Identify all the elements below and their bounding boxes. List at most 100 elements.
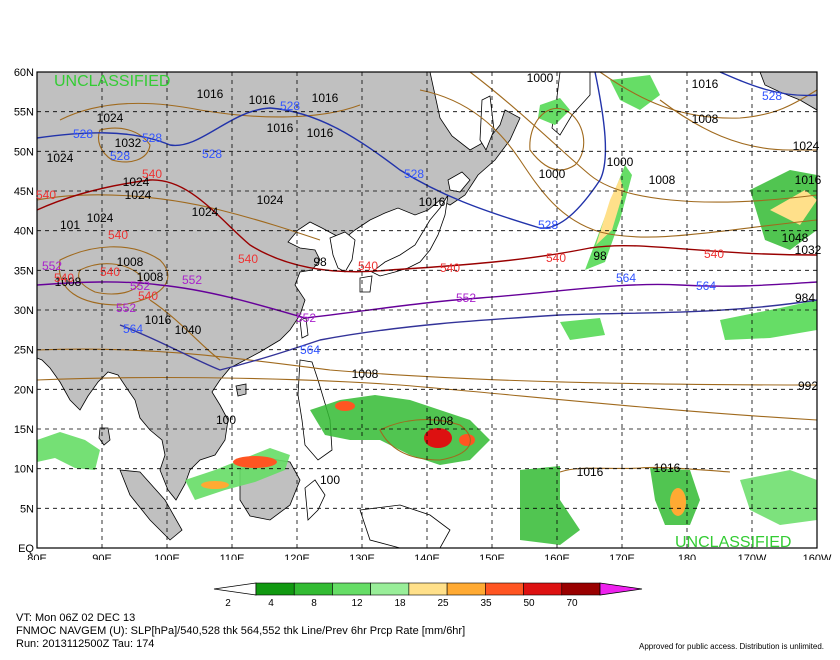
isobar-value-label: 1024 [125,188,152,202]
colorbar-swatch [255,582,295,596]
thickness-value-label: 528 [280,99,300,113]
approval-notice: Approved for public access. Distribution… [639,642,824,651]
thickness-value-label: 540 [238,252,258,266]
colorbar-swatch [408,582,448,596]
isobar-value-label: 98 [593,249,607,263]
longitude-label: 150E [479,553,505,560]
latitude-label: 40N [14,226,34,238]
thickness-value-label: 528 [110,149,130,163]
isobar-value-label: 1008 [427,414,454,428]
colorbar-swatch [446,582,486,596]
weather-map: 60N55N50N45N40N35N30N25N20N15N10N5NEQ 80… [14,67,832,560]
thickness-value-label: 552 [456,291,476,305]
colorbar-swatch [523,582,563,596]
thickness-value-label: 528 [404,167,424,181]
isobar-value-label: 1016 [795,173,822,187]
colorbar-tick-label: 18 [394,598,406,609]
precip-core-3 [459,434,475,446]
isobar-value-label: 1024 [97,111,124,125]
longitude-label: 160E [544,553,570,560]
isobar-value-label: 100 [216,413,236,427]
colorbar-tick-label: 2 [225,598,231,609]
precip-core-1 [233,456,277,468]
isobar-value-label: 1016 [249,93,276,107]
isobar-value-label: 1008 [692,112,719,126]
thickness-value-label: 540 [108,228,128,242]
isobar-value-label: 1008 [352,367,379,381]
isobar-value-label: 1024 [793,139,820,153]
longitude-label: 140E [414,553,440,560]
thickness-value-label: 528 [73,127,93,141]
precip-core-5 [670,488,686,516]
isobar-value-label: 1008 [117,255,144,269]
colorbar-swatch [293,582,333,596]
isobar-value-label: 1032 [795,243,822,257]
isobar-value-label: 1016 [419,195,446,209]
thickness-value-label: 540 [358,259,378,273]
colorbar-tick-label: 12 [351,598,363,609]
longitude-labels: 80E 90E 100E 110E 120E 130E 140E 150E 160E 170E 18… [27,553,832,560]
thickness-value-label: 528 [202,147,222,161]
latitude-labels: 60N55N50N45N40N35N30N25N20N15N10N5NEQ [14,67,35,555]
precip-core-4 [335,401,355,411]
isobar-value-label: 1016 [267,121,294,135]
thickness-value-label: 540 [100,265,120,279]
thickness-value-label: 552 [42,259,62,273]
isobar-value-label: 1024 [87,211,114,225]
valid-time-text: VT: Mon 06Z 02 DEC 13 [16,612,136,624]
longitude-label: 120E [284,553,310,560]
isobar-value-label: 1032 [115,136,142,150]
isobar-value-label: 1008 [649,173,676,187]
longitude-label: 160W [803,553,832,560]
isobar-value-label: 98 [313,255,327,269]
isobar-value-label: 1000 [539,167,566,181]
hainan [235,383,247,397]
isobar-value-label: 101 [60,218,80,232]
isobar-value-label: 984 [795,291,815,305]
thickness-value-label: 564 [696,279,716,293]
isobar-value-label: 1024 [47,151,74,165]
colorbar-swatch [485,582,524,596]
isobar-value-label: 1000 [607,155,634,169]
thickness-value-label: 540 [54,271,74,285]
isobar-value-label: 1016 [654,461,681,475]
thickness-value-label: 552 [116,301,136,315]
colorbar-swatch [561,582,601,596]
longitude-label: 100E [154,553,180,560]
latitude-label: 20N [14,384,34,396]
colorbar-tick-label: 25 [437,598,449,609]
precipitation-colorbar: 2 4 8 12 18 25 35 50 70 [213,582,643,609]
isobar-value-label: 1024 [192,205,219,219]
thickness-value-label: 528 [538,218,558,232]
latitude-label: 25N [14,345,34,357]
colorbar-high-arrow [599,582,643,596]
isobar-value-label: 1024 [257,193,284,207]
thickness-value-label: 552 [182,273,202,287]
thickness-value-label: 528 [142,131,162,145]
colorbar-low-arrow [213,582,257,596]
longitude-label: 80E [27,553,47,560]
latitude-label: 45N [14,186,34,198]
latitude-label: 10N [14,464,34,476]
longitude-label: 110E [220,553,245,560]
isobar-value-label: 1040 [175,323,202,337]
isobar-value-label: 1016 [307,126,334,140]
thickness-value-label: 540 [546,251,566,265]
longitude-label: 130E [349,553,375,560]
latitude-label: 35N [14,265,34,277]
thickness-value-label: 528 [762,89,782,103]
thickness-value-label: 540 [440,261,460,275]
latitude-label: 5N [20,503,34,515]
isobar-value-label: 1000 [527,71,554,85]
isobar-value-label: 1016 [577,465,604,479]
precip-typhoon-core [424,428,452,448]
colorbar-tick-label: 35 [480,598,492,609]
unclassified-top-label: UNCLASSIFIED [54,73,170,90]
colorbar-tick-label: 50 [523,598,535,609]
longitude-label: 170E [609,553,635,560]
model-description-text: FNMOC NAVGEM (U): SLP[hPa]/540,528 thk 5… [16,625,466,637]
latitude-label: 60N [14,67,34,79]
precip-core-2 [201,481,229,489]
thickness-value-label: 540 [36,188,56,202]
colorbar-swatch [370,582,410,596]
